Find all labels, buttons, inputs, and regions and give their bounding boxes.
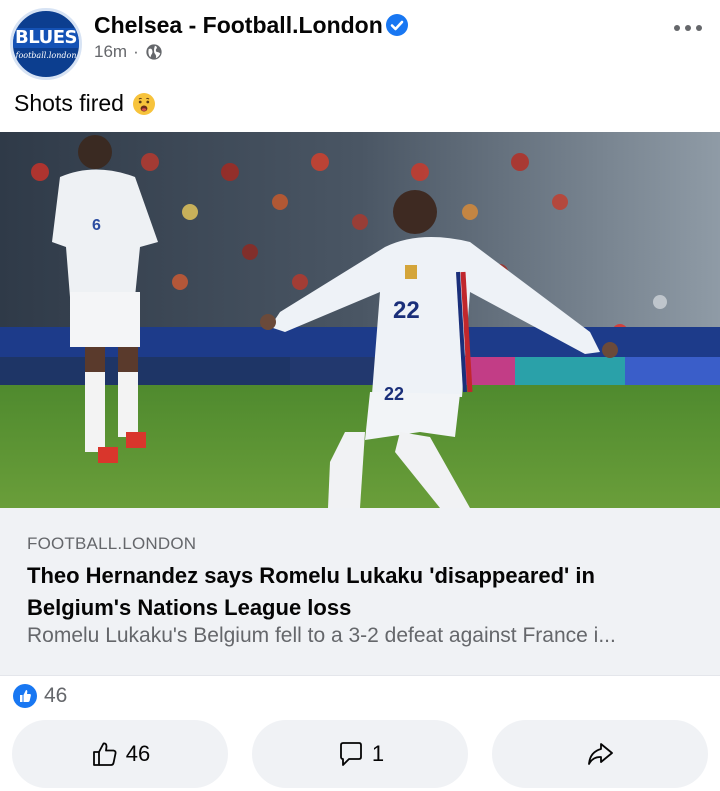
- meta-separator: ·: [133, 42, 139, 61]
- link-source: FOOTBALL.LONDON: [27, 534, 197, 553]
- like-button[interactable]: 46: [12, 720, 228, 788]
- svg-text:22: 22: [393, 297, 420, 324]
- more-dot: [685, 25, 691, 31]
- action-bar: 46 1: [0, 720, 720, 788]
- thumbs-up-icon: [92, 742, 117, 766]
- post-timestamp[interactable]: 16m: [94, 42, 127, 62]
- avatar-logo-text: BLUES: [13, 28, 79, 48]
- page-name-link[interactable]: Chelsea - Football.London: [94, 12, 383, 39]
- football-player-image: 6 22 22: [0, 132, 720, 508]
- svg-text:22: 22: [384, 384, 404, 404]
- post-photo[interactable]: 6 22 22: [0, 132, 720, 508]
- comment-icon: [339, 742, 362, 766]
- globe-icon: [146, 44, 162, 60]
- share-icon: [588, 743, 613, 765]
- comment-button[interactable]: 1: [252, 720, 468, 788]
- avatar-logo-subtext: football.london: [15, 51, 77, 60]
- post-header: BLUES football.london Chelsea - Football…: [0, 0, 720, 88]
- like-reaction-icon: [13, 684, 37, 708]
- svg-text:6: 6: [92, 217, 101, 234]
- post-caption: Shots fired: [14, 90, 156, 117]
- reactions-summary[interactable]: 46: [12, 683, 67, 709]
- reaction-count: 46: [44, 684, 68, 707]
- link-preview-card[interactable]: FOOTBALL.LONDON Theo Hernandez says Rome…: [0, 508, 720, 676]
- link-description: Romelu Lukaku's Belgium fell to a 3-2 de…: [27, 624, 616, 647]
- more-dot: [696, 25, 702, 31]
- more-dot: [674, 25, 680, 31]
- page-avatar[interactable]: BLUES football.london: [10, 8, 82, 80]
- like-count: 46: [125, 741, 151, 766]
- share-button[interactable]: [492, 720, 708, 788]
- link-headline[interactable]: Theo Hernandez says Romelu Lukaku 'disap…: [27, 560, 687, 624]
- caption-text: Shots fired: [14, 90, 124, 116]
- anguished-face-emoji: [132, 92, 155, 115]
- verified-badge-icon: [386, 14, 408, 36]
- more-options-button[interactable]: [672, 18, 704, 38]
- comment-count: 1: [371, 741, 385, 766]
- post-meta: 16m ·: [94, 42, 163, 62]
